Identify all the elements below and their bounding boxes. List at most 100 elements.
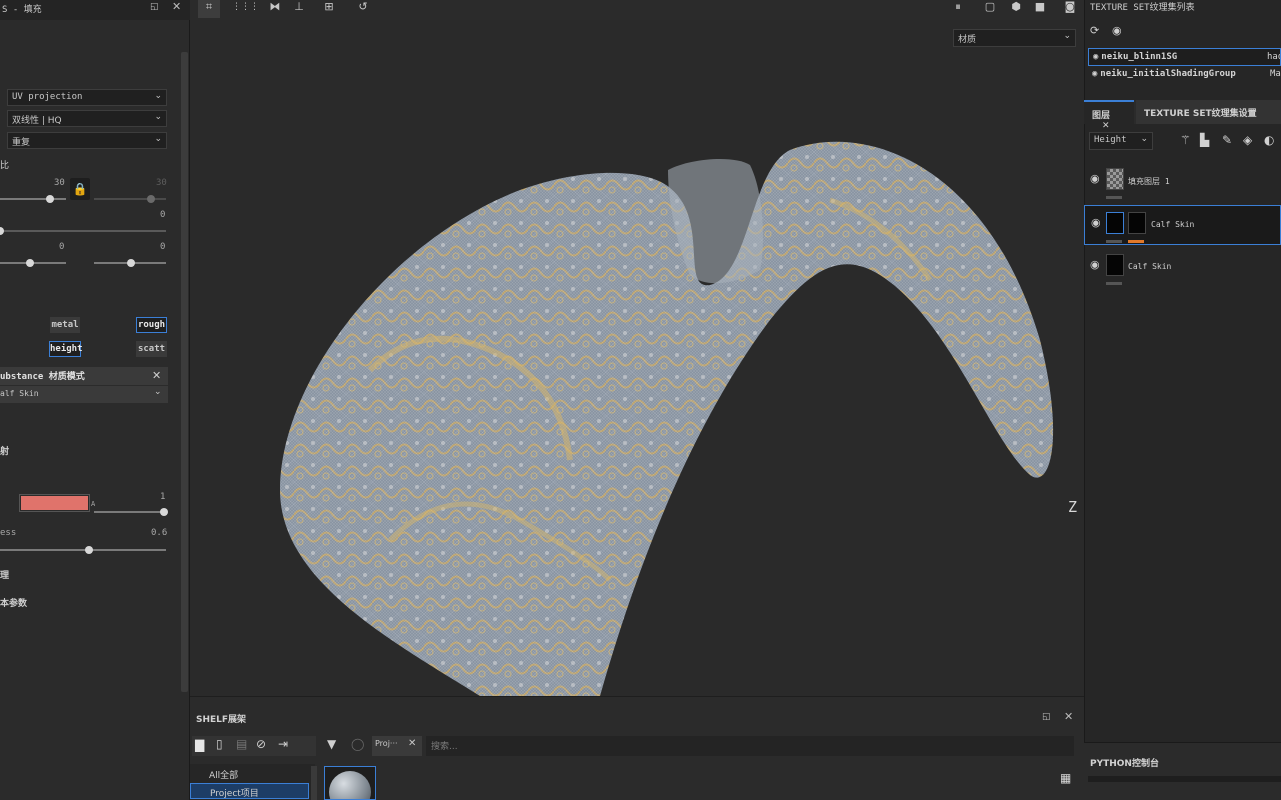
roughness-slider[interactable] — [0, 549, 166, 551]
filter-icon[interactable]: ▼ — [327, 737, 336, 751]
properties-titlebar: S - 填充 ◱ ✕ — [0, 0, 190, 20]
float-icon[interactable]: ◱ — [150, 2, 159, 12]
roughness-label: ess — [0, 528, 17, 538]
eye-icon[interactable]: ◉ — [1090, 258, 1100, 271]
filtering-dropdown[interactable]: 双线性 | HQ ⌄ — [7, 110, 167, 127]
layer-row[interactable]: ◉ 填充图层 1 — [1084, 162, 1281, 202]
shelf-tree: All全部 Project项目 — [190, 764, 315, 800]
palette-icon[interactable]: ◐ — [1264, 133, 1274, 147]
sync-icon[interactable]: ⟳ — [1090, 24, 1099, 37]
lock-icon[interactable]: 🔒 — [70, 178, 90, 200]
eye-icon[interactable]: ◉ — [1093, 52, 1098, 62]
folder-icon[interactable]: ▇ — [195, 738, 204, 752]
bucket-icon[interactable]: ◈ — [1243, 133, 1252, 147]
channel-value: Height — [1094, 135, 1127, 145]
tree-item-all[interactable]: All全部 — [190, 766, 309, 782]
projection-dropdown[interactable]: UV projection ⌄ — [7, 89, 167, 106]
close-icon[interactable]: ✕ — [408, 738, 416, 749]
view-2d-icon[interactable]: ▢ — [982, 0, 998, 18]
fill-layer-icon[interactable]: ▙ — [1200, 133, 1209, 147]
grid-view-icon[interactable]: ▦ — [1060, 771, 1071, 785]
eye-icon[interactable]: ◉ — [1090, 172, 1100, 185]
scale-u-knob[interactable] — [46, 195, 54, 203]
grid-tool-icon[interactable]: ⌗ — [198, 0, 220, 18]
mirror-icon[interactable]: ⧓ — [266, 0, 284, 18]
offset-u-knob[interactable] — [26, 259, 34, 267]
offset-v-knob[interactable] — [127, 259, 135, 267]
screenshot-icon[interactable]: ◙ — [1062, 0, 1078, 18]
shelf-search-placeholder: 搜索... — [431, 742, 458, 752]
python-console-input[interactable] — [1088, 776, 1281, 782]
shelf-title: SHELF展架 — [196, 715, 247, 725]
chevron-down-icon: ⌄ — [154, 134, 162, 144]
shelf-search-input[interactable]: 搜索... — [426, 736, 1074, 756]
eye-icon[interactable]: ◉ — [1092, 69, 1097, 79]
viewport-toolbar: ⌗ ⋮⋮⋮ ⧓ ⊥ ⊞ ↺ ⏸ ▢ ⬢ ■ ◙ — [190, 0, 1084, 20]
tiling-dropdown[interactable]: 重复 ⌄ — [7, 132, 167, 149]
close-icon[interactable]: ✕ — [152, 369, 161, 382]
history-icon[interactable]: ↺ — [354, 0, 372, 18]
eye-icon[interactable]: ◉ — [1112, 24, 1122, 37]
eye-icon[interactable]: ◉ — [1091, 216, 1101, 229]
channel-scatt-chip[interactable]: scatt — [136, 341, 167, 357]
layer-row[interactable]: ◉ Calf Skin — [1084, 248, 1281, 288]
paste-icon: ▤ — [236, 737, 248, 751]
color-swatch[interactable] — [19, 494, 90, 512]
texture-set-title: TEXTURE SET纹理集列表 — [1090, 3, 1195, 13]
new-file-icon[interactable]: ▯ — [216, 737, 223, 751]
grid-tool-2-icon[interactable]: ⋮⋮⋮ — [232, 0, 259, 18]
substance-value: alf Skin — [0, 389, 39, 398]
texture-set-shader: Ma — [1270, 69, 1281, 79]
tree-item-project[interactable]: Project项目 — [190, 783, 309, 799]
offset-v-value: 0 — [160, 242, 166, 252]
texture-set-row[interactable]: ◉ neiku_blinn1SG had — [1088, 48, 1281, 66]
material-thumbnail[interactable] — [324, 766, 376, 800]
close-icon[interactable]: ✕ — [1102, 121, 1110, 131]
substance-material-box[interactable]: ubstance 材质模式 ✕ alf Skin ⌄ — [0, 367, 168, 403]
channel-dropdown[interactable]: Height ⌄ — [1089, 132, 1153, 150]
import-icon[interactable]: ⇥ — [278, 737, 288, 751]
channel-rough-chip[interactable]: rough — [136, 317, 167, 333]
opacity-knob[interactable] — [160, 508, 168, 516]
3d-viewport[interactable] — [190, 20, 1084, 696]
python-console-title: PYTHON控制台 — [1090, 759, 1159, 769]
channel-height-chip[interactable]: height — [49, 341, 83, 357]
material-dropdown-value: 材质 — [958, 35, 977, 45]
add-frame-icon[interactable]: ⊞ — [320, 0, 338, 18]
rotation-slider[interactable] — [0, 230, 166, 232]
tree-scrollbar[interactable] — [311, 766, 317, 800]
properties-scrollbar[interactable] — [181, 52, 188, 692]
material-dropdown[interactable]: 材质 ⌄ — [953, 29, 1076, 47]
tab-texture-set-settings[interactable]: TEXTURE SET纹理集设置 — [1136, 100, 1281, 124]
texture-set-row[interactable]: ◉ neiku_initialShadingGroup Ma — [1088, 66, 1281, 84]
view-3d-icon[interactable]: ⬢ — [1008, 0, 1024, 18]
brush-icon[interactable]: ✎ — [1222, 133, 1232, 147]
channel-metal-chip[interactable]: metal — [50, 317, 80, 333]
texture-set-name: neiku_initialShadingGroup — [1100, 69, 1236, 79]
texture-set-name: neiku_blinn1SG — [1101, 52, 1178, 62]
tree-item-all-label: All全部 — [209, 771, 239, 781]
layer-name: 填充图层 1 — [1128, 177, 1170, 186]
chevron-down-icon[interactable]: ⌄ — [154, 387, 162, 397]
refresh-icon[interactable]: ◯ — [351, 737, 364, 751]
roughness-knob[interactable] — [85, 546, 93, 554]
section-label-b: 本参数 — [0, 599, 28, 609]
chevron-down-icon: ⌄ — [154, 91, 162, 101]
close-icon[interactable]: ✕ — [172, 0, 181, 13]
scale-u-slider[interactable] — [0, 198, 66, 200]
chevron-down-icon: ⌄ — [1140, 134, 1148, 144]
emissive-label: 射 — [0, 447, 10, 457]
pause-icon[interactable]: ⏸ — [950, 0, 966, 18]
layer-thumbnail — [1106, 254, 1124, 276]
float-icon[interactable]: ◱ — [1042, 712, 1051, 722]
layer-row[interactable]: ◉ Calf Skin — [1084, 205, 1281, 245]
camera-icon[interactable]: ■ — [1032, 0, 1048, 18]
layer-channel-bar — [1106, 240, 1122, 243]
project-filter-tab[interactable]: Proj··· ✕ — [372, 736, 422, 756]
hide-icon[interactable]: ⊘ — [256, 737, 266, 751]
wand-icon[interactable]: ⚚ — [1180, 133, 1191, 147]
close-icon[interactable]: ✕ — [1064, 710, 1073, 723]
opacity-slider[interactable] — [94, 511, 166, 513]
align-icon[interactable]: ⊥ — [290, 0, 308, 18]
tab-layers[interactable]: 图层 ✕ — [1084, 100, 1134, 131]
